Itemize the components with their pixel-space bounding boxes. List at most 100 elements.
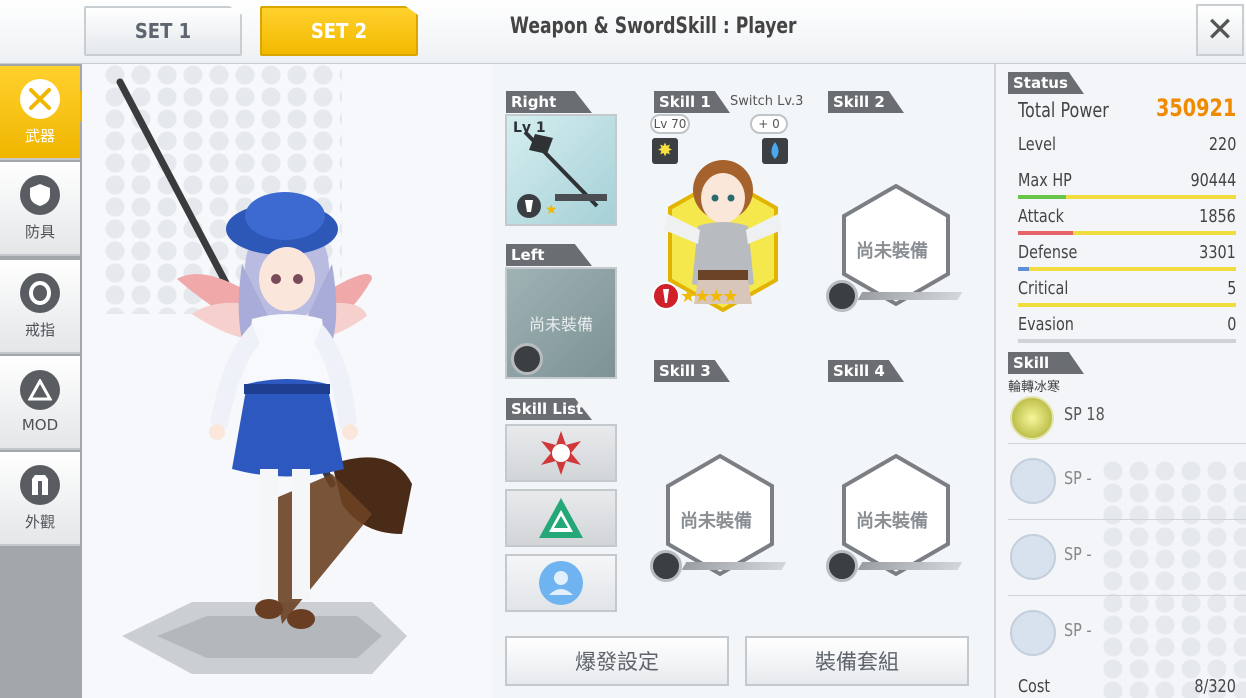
stat-bar-defense — [1018, 267, 1236, 271]
stat-label-defense: Defense — [1018, 242, 1078, 263]
stat-level: Level 220 — [1018, 130, 1236, 166]
sp-value-1: SP 18 — [1064, 404, 1105, 425]
skill1-switch-level: Switch Lv.3 — [730, 94, 804, 109]
left-weapon-empty-text: 尚未裝備 — [528, 315, 593, 334]
swords-icon — [20, 78, 60, 119]
nav-item-ring[interactable]: 戒指 — [0, 260, 80, 354]
stat-bar-evasion — [1018, 339, 1236, 343]
sp-empty-icon — [1010, 458, 1056, 504]
stat-critical: Critical 5 — [1018, 274, 1236, 310]
stat-value-level: 220 — [1208, 134, 1236, 155]
skill2-empty-text: 尚未裝備 — [856, 241, 928, 262]
nav-item-weapon[interactable]: 武器 — [0, 66, 80, 160]
skill4-slot[interactable]: 尚未裝備 — [826, 452, 966, 582]
skill1-plus-badge: + 0 — [750, 114, 788, 134]
sp-empty-icon — [1010, 534, 1056, 580]
sp-value-2: SP - — [1064, 468, 1092, 489]
nav-label-mod: MOD — [21, 416, 59, 434]
ring-icon — [20, 272, 60, 313]
right-weapon-level: Lv 1 — [513, 120, 546, 136]
right-weapon-label: Right — [506, 91, 592, 113]
stat-bar-fill-max-hp — [1018, 195, 1066, 199]
left-weapon-label: Left — [506, 244, 592, 266]
skill1-rarity-stars: ★★★★ — [680, 286, 739, 307]
nav-item-appearance[interactable]: 外觀 — [0, 452, 80, 546]
nav-label-ring: 戒指 — [24, 320, 55, 339]
skill1-card[interactable]: Lv 70 + 0 ✸ ★★★★ — [650, 114, 792, 314]
stat-attack: Attack 1856 — [1018, 202, 1236, 238]
stat-max-hp: Max HP 90444 — [1018, 166, 1236, 202]
stat-evasion: Evasion 0 — [1018, 310, 1236, 346]
stat-bar-fill-attack — [1018, 231, 1073, 235]
triangle-skill-icon — [539, 498, 583, 538]
sp-slot-1[interactable]: SP 18 — [1008, 390, 1246, 444]
stat-value-max-hp: 90444 — [1190, 170, 1236, 191]
skill3-gauge — [681, 562, 787, 570]
shield-icon — [20, 174, 60, 215]
burst-star-icon — [541, 431, 581, 475]
page-title: Weapon & SwordSkill : Player — [510, 14, 797, 39]
stat-value-attack: 1856 — [1199, 206, 1236, 227]
stat-defense: Defense 3301 — [1018, 238, 1236, 274]
stat-value-defense: 3301 — [1199, 242, 1236, 263]
right-weapon-slot[interactable]: ★ Lv 1 — [505, 114, 617, 226]
skill2-attribute-icon — [826, 280, 858, 312]
stat-bar-max-hp — [1018, 195, 1236, 199]
cost-value: 8/320 — [1194, 676, 1237, 697]
left-weapon-attribute-icon — [511, 343, 543, 375]
character-model — [116, 78, 412, 674]
skill2-label: Skill 2 — [828, 91, 904, 113]
stat-total-power: Total Power 350921 — [1018, 94, 1236, 130]
stat-bar-fill-defense — [1018, 267, 1029, 271]
sp-value-3: SP - — [1064, 544, 1092, 565]
stat-label-total-power: Total Power — [1018, 98, 1109, 122]
skill2-slot[interactable]: 尚未裝備 — [826, 182, 966, 312]
skill-list-support-button[interactable] — [505, 554, 617, 612]
sp-slot-3[interactable]: SP - — [1008, 522, 1246, 596]
nav-item-armor[interactable]: 防具 — [0, 162, 80, 256]
nav-label-armor: 防具 — [24, 222, 55, 241]
skill4-gauge — [857, 562, 963, 570]
skill-list-label: Skill List — [506, 398, 592, 420]
skill-burst-icon — [1010, 396, 1054, 440]
stat-value-critical: 5 — [1226, 278, 1236, 299]
skill3-label: Skill 3 — [654, 360, 730, 382]
skill-cost: Cost 8/320 — [1018, 674, 1236, 698]
nav-label-weapon: 武器 — [24, 126, 55, 145]
nav-item-mod[interactable]: MOD — [0, 356, 80, 450]
left-weapon-slot[interactable]: 尚未裝備 — [505, 267, 617, 379]
skill3-slot[interactable]: 尚未裝備 — [650, 452, 790, 582]
sp-slot-2[interactable]: SP - — [1008, 446, 1246, 520]
stat-label-attack: Attack — [1018, 206, 1064, 227]
stat-value-evasion: 0 — [1226, 314, 1236, 335]
close-button[interactable]: ✕ — [1196, 4, 1244, 56]
skill4-label: Skill 4 — [828, 360, 904, 382]
nav-label-appearance: 外觀 — [24, 512, 55, 531]
stat-bar-critical — [1018, 303, 1236, 307]
stat-label-max-hp: Max HP — [1018, 170, 1072, 191]
cost-label: Cost — [1018, 676, 1051, 697]
close-icon: ✕ — [1205, 10, 1235, 50]
stat-label-level: Level — [1018, 134, 1057, 155]
character-preview[interactable] — [82, 64, 492, 698]
equipment-set-button[interactable]: 裝備套組 — [745, 636, 969, 686]
skill3-attribute-icon — [650, 550, 682, 582]
sp-slot-4[interactable]: SP - — [1008, 598, 1246, 668]
outfit-icon — [20, 464, 60, 505]
sp-value-4: SP - — [1064, 620, 1092, 641]
stat-label-critical: Critical — [1018, 278, 1069, 299]
skill2-gauge — [857, 292, 963, 300]
skill1-level-badge: Lv 70 — [650, 114, 690, 134]
skill1-attack-type-icon — [652, 282, 680, 310]
skill-list-buff-button[interactable] — [505, 489, 617, 547]
skill-list-attack-button[interactable] — [505, 424, 617, 482]
stat-bar-attack — [1018, 231, 1236, 235]
stat-label-evasion: Evasion — [1018, 314, 1074, 335]
stat-value-total-power: 350921 — [1155, 94, 1236, 122]
burst-settings-button[interactable]: 爆發設定 — [505, 636, 729, 686]
sp-empty-icon — [1010, 610, 1056, 656]
tab-set-2[interactable]: SET 2 — [260, 6, 418, 56]
skill1-label: Skill 1 — [654, 91, 730, 113]
tab-set-1[interactable]: SET 1 — [84, 6, 242, 56]
skill4-empty-text: 尚未裝備 — [856, 511, 928, 532]
